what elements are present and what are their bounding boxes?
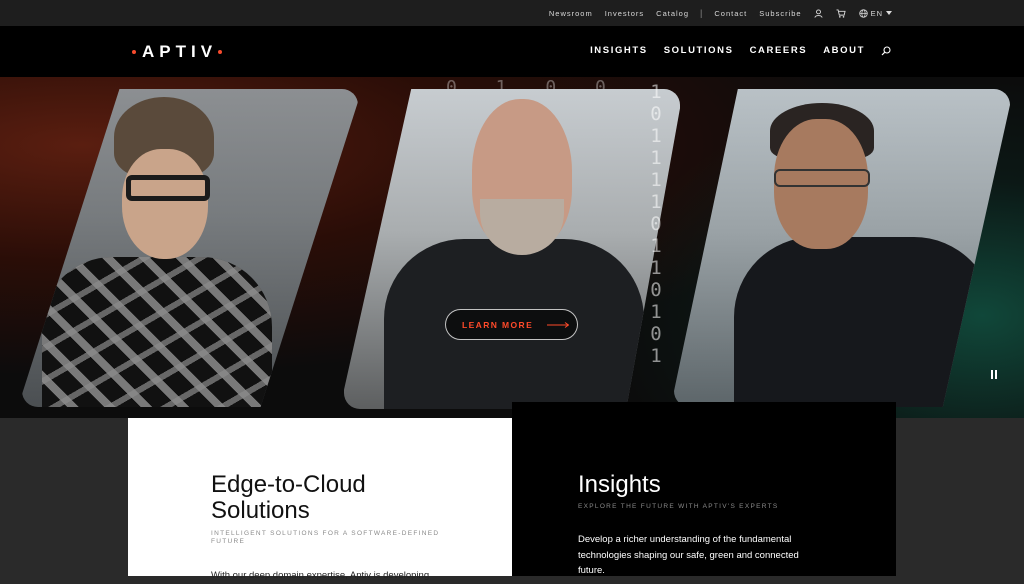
util-divider: | bbox=[700, 8, 703, 18]
caret-down-icon bbox=[886, 11, 892, 15]
search-icon[interactable] bbox=[881, 45, 891, 56]
util-link-subscribe[interactable]: Subscribe bbox=[759, 9, 801, 18]
nav-item-about[interactable]: ABOUT bbox=[823, 45, 865, 56]
primary-nav-links: INSIGHTS SOLUTIONS CAREERS ABOUT bbox=[574, 45, 891, 56]
insights-card-title: Insights bbox=[578, 471, 661, 498]
aptiv-logo[interactable]: APTIV bbox=[132, 42, 223, 62]
learn-more-label: LEARN MORE bbox=[462, 319, 534, 330]
language-selector[interactable]: EN bbox=[858, 8, 892, 18]
util-link-contact[interactable]: Contact bbox=[714, 9, 747, 18]
solutions-card-subtitle: Intelligent solutions for a software-def… bbox=[211, 530, 440, 545]
logo-text: APTIV bbox=[142, 42, 218, 61]
arrow-right-icon bbox=[547, 321, 570, 328]
cart-icon[interactable] bbox=[836, 8, 846, 18]
insights-card[interactable]: Insights Explore the future with Aptiv's… bbox=[512, 402, 896, 576]
solutions-card-title: Edge-to-Cloud Solutions bbox=[211, 471, 366, 524]
insights-card-subtitle: Explore the future with Aptiv's experts bbox=[578, 503, 779, 510]
insights-card-body: Develop a richer understanding of the fu… bbox=[578, 534, 799, 576]
solutions-card[interactable]: Edge-to-Cloud Solutions Intelligent solu… bbox=[128, 418, 512, 581]
video-panel-speaker-2 bbox=[344, 89, 680, 409]
learn-more-button[interactable]: LEARN MORE bbox=[445, 309, 578, 340]
binary-digits-column: 1011110110101 bbox=[650, 81, 662, 367]
hero-banner: 0 1 0 0 1011110110101 LEARN MORE bbox=[0, 77, 1024, 418]
utility-bar: Newsroom Investors Catalog | Contact Sub… bbox=[0, 0, 1024, 26]
nav-item-insights[interactable]: INSIGHTS bbox=[590, 45, 648, 56]
language-label: EN bbox=[870, 8, 883, 18]
video-panel-speaker-1 bbox=[22, 89, 358, 407]
main-nav: APTIV INSIGHTS SOLUTIONS CAREERS ABOUT bbox=[0, 26, 1024, 77]
util-link-investors[interactable]: Investors bbox=[605, 9, 644, 18]
nav-item-careers[interactable]: CAREERS bbox=[750, 45, 808, 56]
util-link-newsroom[interactable]: Newsroom bbox=[549, 9, 593, 18]
speaker-2-image bbox=[344, 89, 680, 409]
util-link-catalog[interactable]: Catalog bbox=[656, 9, 689, 18]
speaker-1-image bbox=[22, 89, 358, 407]
logo-dot-left bbox=[132, 50, 136, 54]
user-icon[interactable] bbox=[814, 8, 824, 18]
pause-icon[interactable] bbox=[991, 370, 997, 379]
globe-icon bbox=[858, 8, 868, 18]
nav-item-solutions[interactable]: SOLUTIONS bbox=[664, 45, 734, 56]
logo-dot-right bbox=[218, 50, 223, 54]
